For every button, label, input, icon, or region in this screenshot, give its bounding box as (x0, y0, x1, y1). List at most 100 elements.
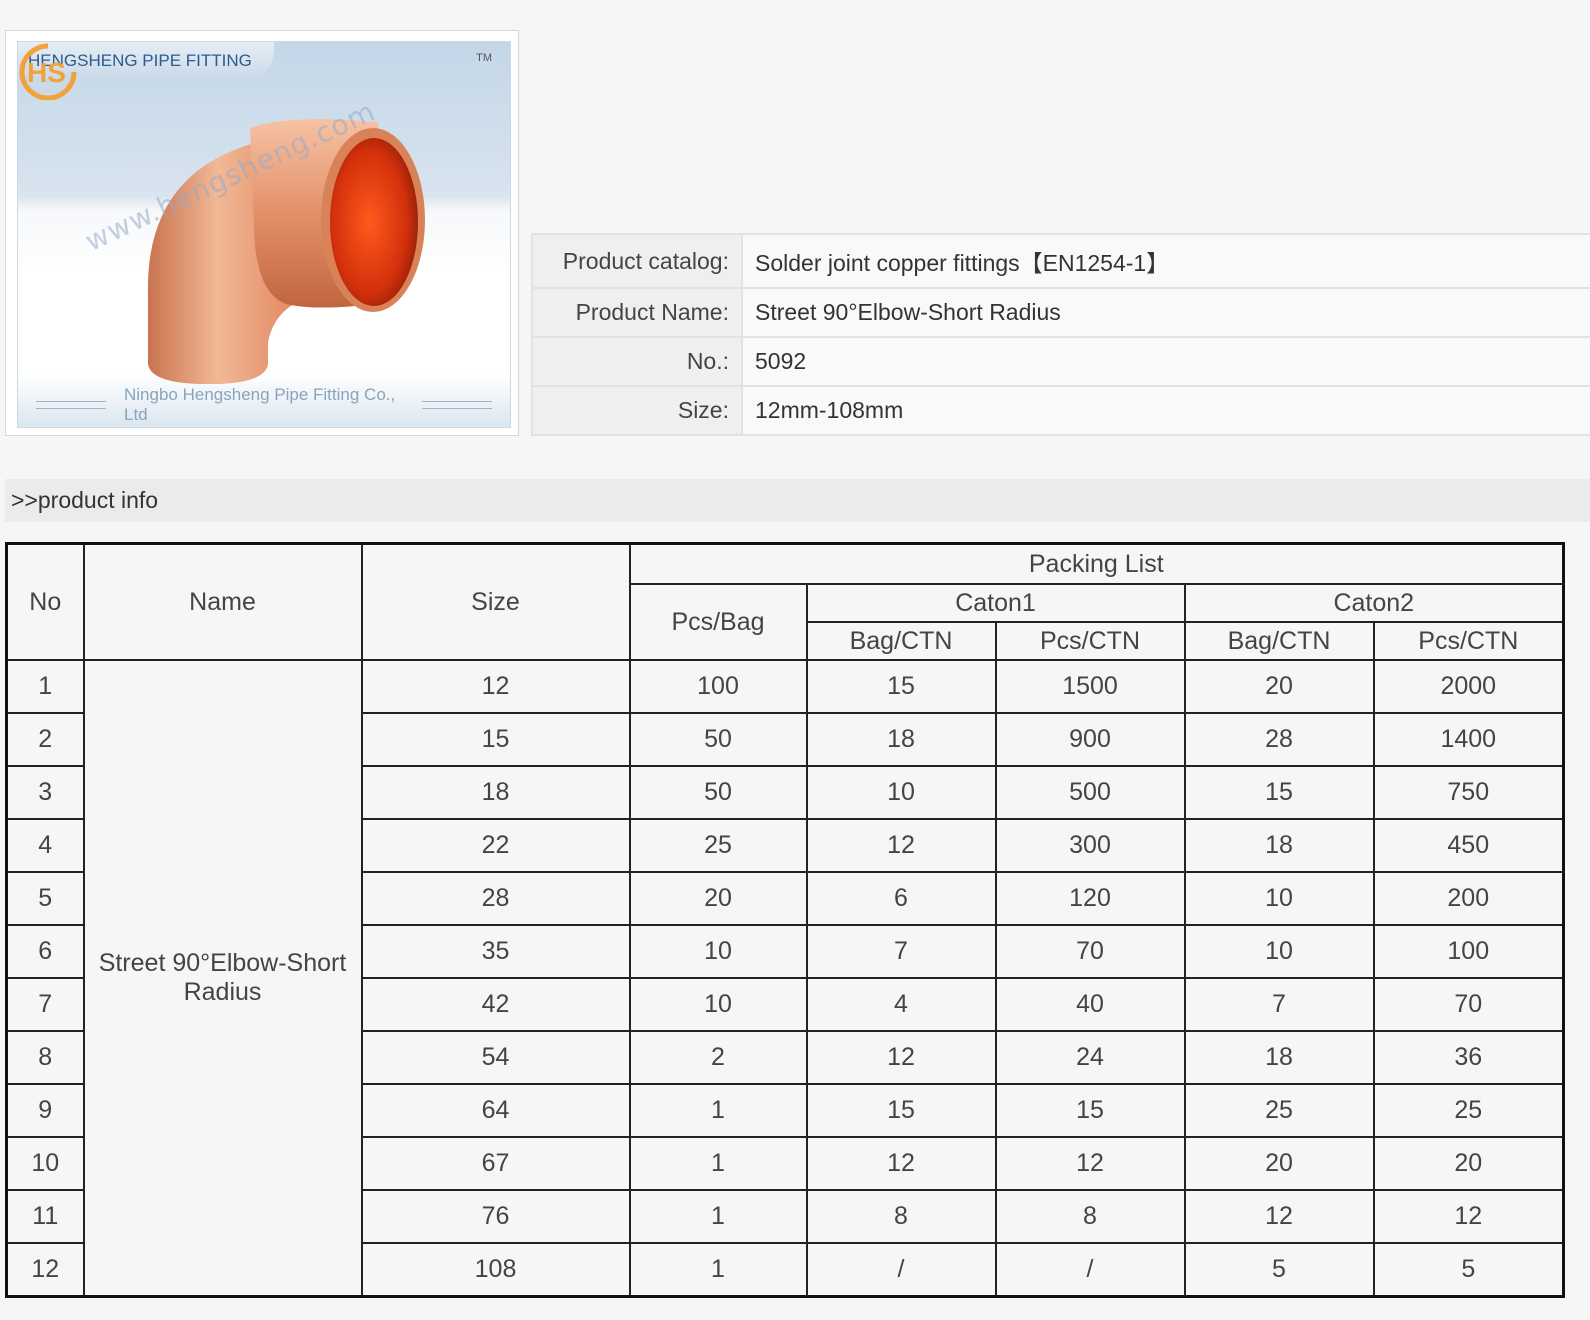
cell-caton2-bag-ctn: 28 (1183, 712, 1375, 767)
info-label: Size: (531, 386, 743, 436)
cell-caton1-pcs-ctn: 15 (994, 1083, 1186, 1138)
header-caton1: Caton1 (805, 583, 1186, 623)
cell-caton2-pcs-ctn: 1400 (1372, 712, 1565, 767)
cell-caton2-pcs-ctn: 36 (1372, 1030, 1565, 1085)
product-image-frame: HENGSHENG PIPE FITTING HS TM www.hengshe… (5, 30, 519, 436)
info-label: Product catalog: (531, 234, 743, 289)
product-image: HENGSHENG PIPE FITTING HS TM www.hengshe… (17, 41, 511, 428)
cell-caton2-pcs-ctn: 20 (1372, 1136, 1565, 1191)
cell-caton1-pcs-ctn: / (994, 1242, 1186, 1298)
cell-size: 76 (360, 1189, 631, 1244)
cell-caton1-bag-ctn: 15 (805, 1083, 997, 1138)
cell-caton1-pcs-ctn: 70 (994, 924, 1186, 979)
cell-caton1-pcs-ctn: 120 (994, 871, 1186, 926)
product-info-heading: >>product info (5, 479, 1590, 522)
cell-caton1-pcs-ctn: 900 (994, 712, 1186, 767)
cell-caton1-pcs-ctn: 1500 (994, 659, 1186, 714)
cell-caton2-bag-ctn: 20 (1183, 1136, 1375, 1191)
cell-caton1-bag-ctn: 12 (805, 1136, 997, 1191)
info-row: No.: 5092 (531, 337, 1590, 387)
cell-size: 64 (360, 1083, 631, 1138)
cell-size: 35 (360, 924, 631, 979)
cell-no: 6 (5, 924, 85, 979)
trademark-mark: TM (476, 52, 492, 64)
cell-pcs-bag: 1 (628, 1136, 808, 1191)
cell-size: 18 (360, 765, 631, 820)
cell-pcs-bag: 2 (628, 1030, 808, 1085)
cell-size: 28 (360, 871, 631, 926)
cell-size: 54 (360, 1030, 631, 1085)
header-packing-list: Packing List (628, 542, 1565, 585)
cell-caton2-bag-ctn: 12 (1183, 1189, 1375, 1244)
cell-no: 10 (5, 1136, 85, 1191)
cell-caton2-pcs-ctn: 70 (1372, 977, 1565, 1032)
logo-text: HS (27, 57, 66, 88)
header-no: No (5, 542, 85, 661)
header-row: No Name Size Packing List (5, 542, 1565, 661)
cell-caton2-bag-ctn: 10 (1183, 924, 1375, 979)
cell-pcs-bag: 50 (628, 765, 808, 820)
cell-no: 8 (5, 1030, 85, 1085)
cell-no: 3 (5, 765, 85, 820)
cell-size: 42 (360, 977, 631, 1032)
info-value: Solder joint copper fittings【EN1254-1】 (742, 234, 1590, 289)
info-row: Size: 12mm-108mm (531, 386, 1590, 436)
info-value: Street 90°Elbow-Short Radius (742, 288, 1590, 338)
info-label: No.: (531, 337, 743, 387)
info-value: 12mm-108mm (742, 386, 1590, 436)
header-pcs-ctn: Pcs/CTN (994, 621, 1186, 661)
cell-caton2-bag-ctn: 18 (1183, 818, 1375, 873)
cell-caton2-pcs-ctn: 12 (1372, 1189, 1565, 1244)
header-name: Name (82, 542, 363, 661)
cell-caton1-bag-ctn: 12 (805, 818, 997, 873)
cell-caton1-pcs-ctn: 12 (994, 1136, 1186, 1191)
cell-no: 9 (5, 1083, 85, 1138)
cell-caton1-bag-ctn: 12 (805, 1030, 997, 1085)
cell-pcs-bag: 100 (628, 659, 808, 714)
cell-caton2-pcs-ctn: 200 (1372, 871, 1565, 926)
caption-rule-right (422, 401, 492, 409)
cell-size: 12 (360, 659, 631, 714)
cell-caton1-bag-ctn: 15 (805, 659, 997, 714)
info-row: Product Name: Street 90°Elbow-Short Radi… (531, 288, 1590, 338)
cell-pcs-bag: 10 (628, 977, 808, 1032)
cell-name: Street 90°Elbow-Short Radius (82, 659, 363, 1298)
cell-caton1-bag-ctn: 7 (805, 924, 997, 979)
cell-pcs-bag: 1 (628, 1189, 808, 1244)
cell-pcs-bag: 1 (628, 1083, 808, 1138)
header-caton2: Caton2 (1183, 583, 1565, 623)
cell-caton1-pcs-ctn: 500 (994, 765, 1186, 820)
cell-caton2-pcs-ctn: 450 (1372, 818, 1565, 873)
cell-no: 1 (5, 659, 85, 714)
cell-caton2-pcs-ctn: 25 (1372, 1083, 1565, 1138)
cell-pcs-bag: 20 (628, 871, 808, 926)
cell-caton1-bag-ctn: 6 (805, 871, 997, 926)
cell-caton2-bag-ctn: 20 (1183, 659, 1375, 714)
cell-pcs-bag: 50 (628, 712, 808, 767)
caption-text: Ningbo Hengsheng Pipe Fitting Co., Ltd (124, 385, 396, 424)
cell-caton2-pcs-ctn: 750 (1372, 765, 1565, 820)
packing-table: No Name Size Packing List Pcs/Bag Caton1… (5, 542, 1566, 1298)
cell-caton1-pcs-ctn: 24 (994, 1030, 1186, 1085)
cell-caton1-bag-ctn: 18 (805, 712, 997, 767)
cell-size: 22 (360, 818, 631, 873)
cell-pcs-bag: 25 (628, 818, 808, 873)
cell-caton2-pcs-ctn: 100 (1372, 924, 1565, 979)
table-row: 1 Street 90°Elbow-Short Radius 12 100 15 1500… (5, 659, 1565, 1298)
cell-pcs-bag: 10 (628, 924, 808, 979)
cell-caton2-bag-ctn: 10 (1183, 871, 1375, 926)
cell-no: 4 (5, 818, 85, 873)
cell-caton1-pcs-ctn: 8 (994, 1189, 1186, 1244)
cell-no: 5 (5, 871, 85, 926)
cell-caton1-bag-ctn: 10 (805, 765, 997, 820)
hs-logo-icon: HS (19, 43, 77, 100)
cell-caton1-bag-ctn: 4 (805, 977, 997, 1032)
cell-caton1-pcs-ctn: 300 (994, 818, 1186, 873)
cell-caton2-bag-ctn: 5 (1183, 1242, 1375, 1298)
info-value: 5092 (742, 337, 1590, 387)
cell-caton2-bag-ctn: 7 (1183, 977, 1375, 1032)
cell-pcs-bag: 1 (628, 1242, 808, 1298)
cell-caton1-bag-ctn: / (805, 1242, 997, 1298)
image-caption: Ningbo Hengsheng Pipe Fitting Co., Ltd (18, 383, 510, 427)
cell-size: 67 (360, 1136, 631, 1191)
